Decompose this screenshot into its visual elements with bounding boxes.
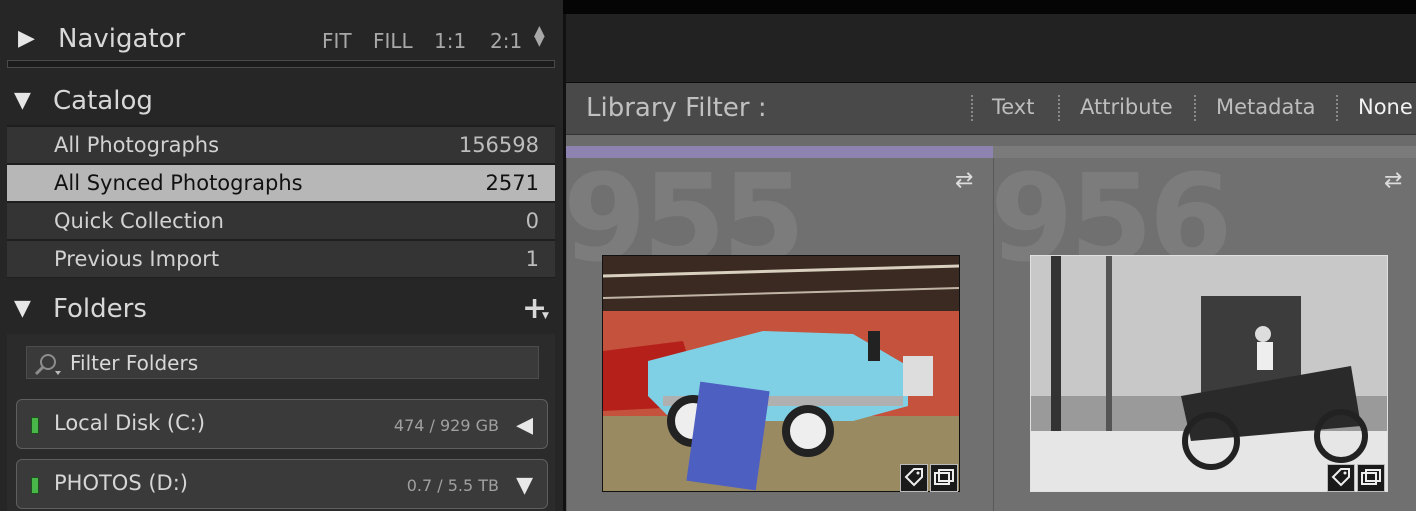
filter-option-none[interactable]: None xyxy=(1358,95,1413,119)
collection-badge-icon[interactable] xyxy=(930,464,958,492)
disk-size: 474 / 929 GB xyxy=(393,416,499,435)
disk-name: Local Disk (C:) xyxy=(54,411,206,435)
filter-option-text[interactable]: Text xyxy=(992,95,1034,119)
photo-image xyxy=(603,256,959,491)
catalog-item-all-photographs[interactable]: All Photographs 156598 xyxy=(7,126,555,163)
catalog-item-count: 1 xyxy=(525,247,539,271)
disk-status-indicator xyxy=(31,477,39,494)
separator xyxy=(1194,95,1196,121)
collection-badge-icon[interactable] xyxy=(1357,464,1385,492)
disk-status-indicator xyxy=(31,417,39,434)
photo-thumbnail[interactable] xyxy=(602,255,960,492)
separator xyxy=(1336,95,1338,121)
folder-disk-c[interactable]: Local Disk (C:) 474 / 929 GB ◀ xyxy=(16,399,548,449)
catalog-item-count: 156598 xyxy=(458,133,539,157)
separator xyxy=(971,95,973,121)
collapse-left-arrow-icon[interactable]: ◀ xyxy=(516,413,533,438)
nav-option-fill[interactable]: FILL xyxy=(373,29,413,53)
toolbar-area xyxy=(566,14,1416,82)
filter-option-metadata[interactable]: Metadata xyxy=(1216,95,1315,119)
navigator-preview-area[interactable] xyxy=(7,60,555,68)
zoom-stepper-icon[interactable]: ▲ ▼ xyxy=(534,24,545,48)
library-filter-title: Library Filter : xyxy=(586,93,767,123)
catalog-item-label: All Photographs xyxy=(54,133,220,157)
catalog-item-previous-import[interactable]: Previous Import 1 xyxy=(7,240,555,277)
left-panel: ▶ Navigator FIT FILL 1:1 2:1 ▲ ▼ ▼ Catalo… xyxy=(0,0,563,511)
nav-option-2-1[interactable]: 2:1 xyxy=(490,29,522,53)
catalog-item-label: Previous Import xyxy=(54,247,220,271)
filter-folders-field[interactable]: Filter Folders xyxy=(26,346,539,379)
filter-option-attribute[interactable]: Attribute xyxy=(1080,95,1173,119)
photo-thumbnail[interactable] xyxy=(1030,255,1388,492)
expand-down-arrow-icon[interactable]: ▼ xyxy=(516,473,533,498)
catalog-item-label: All Synced Photographs xyxy=(54,171,303,195)
rotate-icon[interactable]: ⇄ xyxy=(1384,168,1402,193)
catalog-item-count: 2571 xyxy=(485,171,539,195)
rotate-icon[interactable]: ⇄ xyxy=(955,168,973,193)
catalog-item-quick-collection[interactable]: Quick Collection 0 xyxy=(7,202,555,239)
folder-disk-d[interactable]: PHOTOS (D:) 0.7 / 5.5 TB ▼ xyxy=(16,459,548,509)
grid-cell[interactable]: 955 ⇄ xyxy=(563,158,993,511)
collapse-triangle-icon[interactable]: ▼ xyxy=(14,296,31,321)
add-folder-dropdown-icon[interactable]: ▼ xyxy=(542,311,549,321)
catalog-item-all-synced-photographs[interactable]: All Synced Photographs 2571 xyxy=(7,164,555,201)
separator xyxy=(1058,95,1060,121)
photo-image xyxy=(1031,256,1387,491)
grid-cell[interactable]: 956 ⇄ xyxy=(990,158,1416,511)
disk-name: PHOTOS (D:) xyxy=(54,471,188,495)
nav-option-1-1[interactable]: 1:1 xyxy=(434,29,466,53)
folders-title[interactable]: Folders xyxy=(53,294,147,324)
collapse-triangle-icon[interactable]: ▼ xyxy=(14,88,31,113)
nav-option-fit[interactable]: FIT xyxy=(322,29,352,53)
search-icon xyxy=(34,354,61,376)
catalog-item-count: 0 xyxy=(525,209,539,233)
navigator-title[interactable]: Navigator xyxy=(58,24,185,54)
keyword-tag-icon[interactable] xyxy=(900,464,928,492)
catalog-title[interactable]: Catalog xyxy=(53,86,153,116)
keyword-tag-icon[interactable] xyxy=(1327,464,1355,492)
disk-size: 0.7 / 5.5 TB xyxy=(406,476,499,495)
expand-triangle-icon[interactable]: ▶ xyxy=(18,26,35,51)
filter-folders-placeholder: Filter Folders xyxy=(70,351,199,375)
catalog-item-label: Quick Collection xyxy=(54,209,224,233)
library-filter-bar: Library Filter : Text Attribute Metadata… xyxy=(566,83,1416,135)
